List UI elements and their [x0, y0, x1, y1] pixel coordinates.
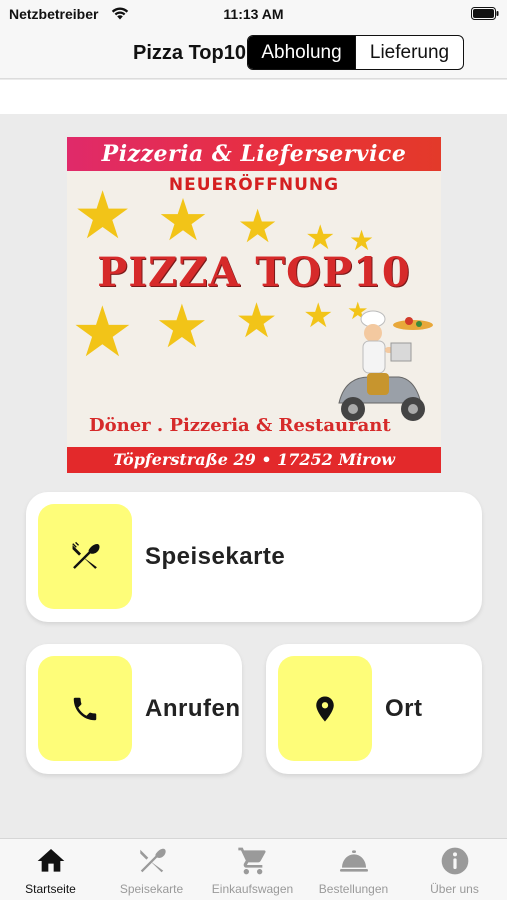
status-time: 11:13 AM	[223, 6, 284, 22]
segment-delivery[interactable]: Lieferung	[355, 36, 463, 69]
banner-services-text: Döner . Pizzeria & Restaurant	[89, 415, 391, 436]
star-icon: ★	[155, 292, 209, 362]
segment-pickup[interactable]: Abholung	[248, 36, 355, 69]
tab-orders-label: Bestellungen	[318, 882, 389, 896]
menu-card[interactable]: Speisekarte	[26, 492, 482, 622]
header-spacer	[0, 80, 507, 114]
cart-icon	[237, 847, 266, 875]
chef-scooter-illustration	[338, 310, 433, 421]
tab-bar: Startseite Speisekarte Einkaufswagen Bes…	[0, 838, 507, 900]
restaurant-banner: Pizzeria & Lieferservice NEUERÖFFNUNG ★ …	[67, 137, 441, 473]
star-icon: ★	[235, 293, 279, 349]
call-card[interactable]: Anrufen	[26, 644, 242, 774]
location-icon-box	[278, 656, 372, 761]
status-bar: Netzbetreiber 11:13 AM	[0, 0, 507, 30]
star-icon: ★	[157, 186, 209, 254]
location-card[interactable]: Ort	[266, 644, 482, 774]
banner-restaurant-name: PIZZA TOP10	[97, 249, 411, 296]
tab-home-label: Startseite	[25, 882, 76, 896]
tab-menu[interactable]: Speisekarte	[101, 839, 202, 900]
star-icon: ★	[71, 291, 134, 373]
page-title: Pizza Top10	[133, 42, 246, 64]
battery-icon	[471, 7, 499, 20]
tab-home[interactable]: Startseite	[0, 839, 101, 900]
location-card-label: Ort	[385, 695, 423, 722]
order-type-segmented-control: Abholung Lieferung	[247, 35, 464, 70]
fork-knife-icon	[72, 541, 100, 569]
location-pin-icon	[316, 696, 334, 721]
menu-icon-box	[38, 504, 132, 609]
tab-about-label: Über uns	[430, 882, 479, 896]
menu-card-label: Speisekarte	[145, 543, 286, 570]
banner-top-strip: Pizzeria & Lieferservice	[67, 137, 441, 171]
tab-orders[interactable]: Bestellungen	[303, 839, 404, 900]
star-icon: ★	[237, 199, 279, 253]
star-icon: ★	[73, 177, 133, 254]
banner-bottom-strip: Töpferstraße 29 • 17252 Mirow	[67, 447, 441, 473]
call-card-label: Anrufen	[145, 695, 241, 722]
phone-icon	[73, 697, 97, 720]
banner-address: Töpferstraße 29 • 17252 Mirow	[112, 450, 396, 469]
tab-cart-label: Einkaufswagen	[211, 882, 294, 896]
fork-knife-icon	[139, 848, 166, 873]
tab-menu-label: Speisekarte	[119, 882, 184, 896]
cloche-icon	[339, 850, 368, 872]
banner-top-text: Pizzeria & Lieferservice	[101, 141, 407, 167]
home-icon	[37, 849, 64, 872]
tab-cart[interactable]: Einkaufswagen	[202, 839, 303, 900]
call-icon-box	[38, 656, 132, 761]
info-icon	[441, 847, 468, 875]
navigation-bar: Pizza Top10 Abholung Lieferung	[0, 30, 507, 79]
tab-about[interactable]: Über uns	[404, 839, 505, 900]
